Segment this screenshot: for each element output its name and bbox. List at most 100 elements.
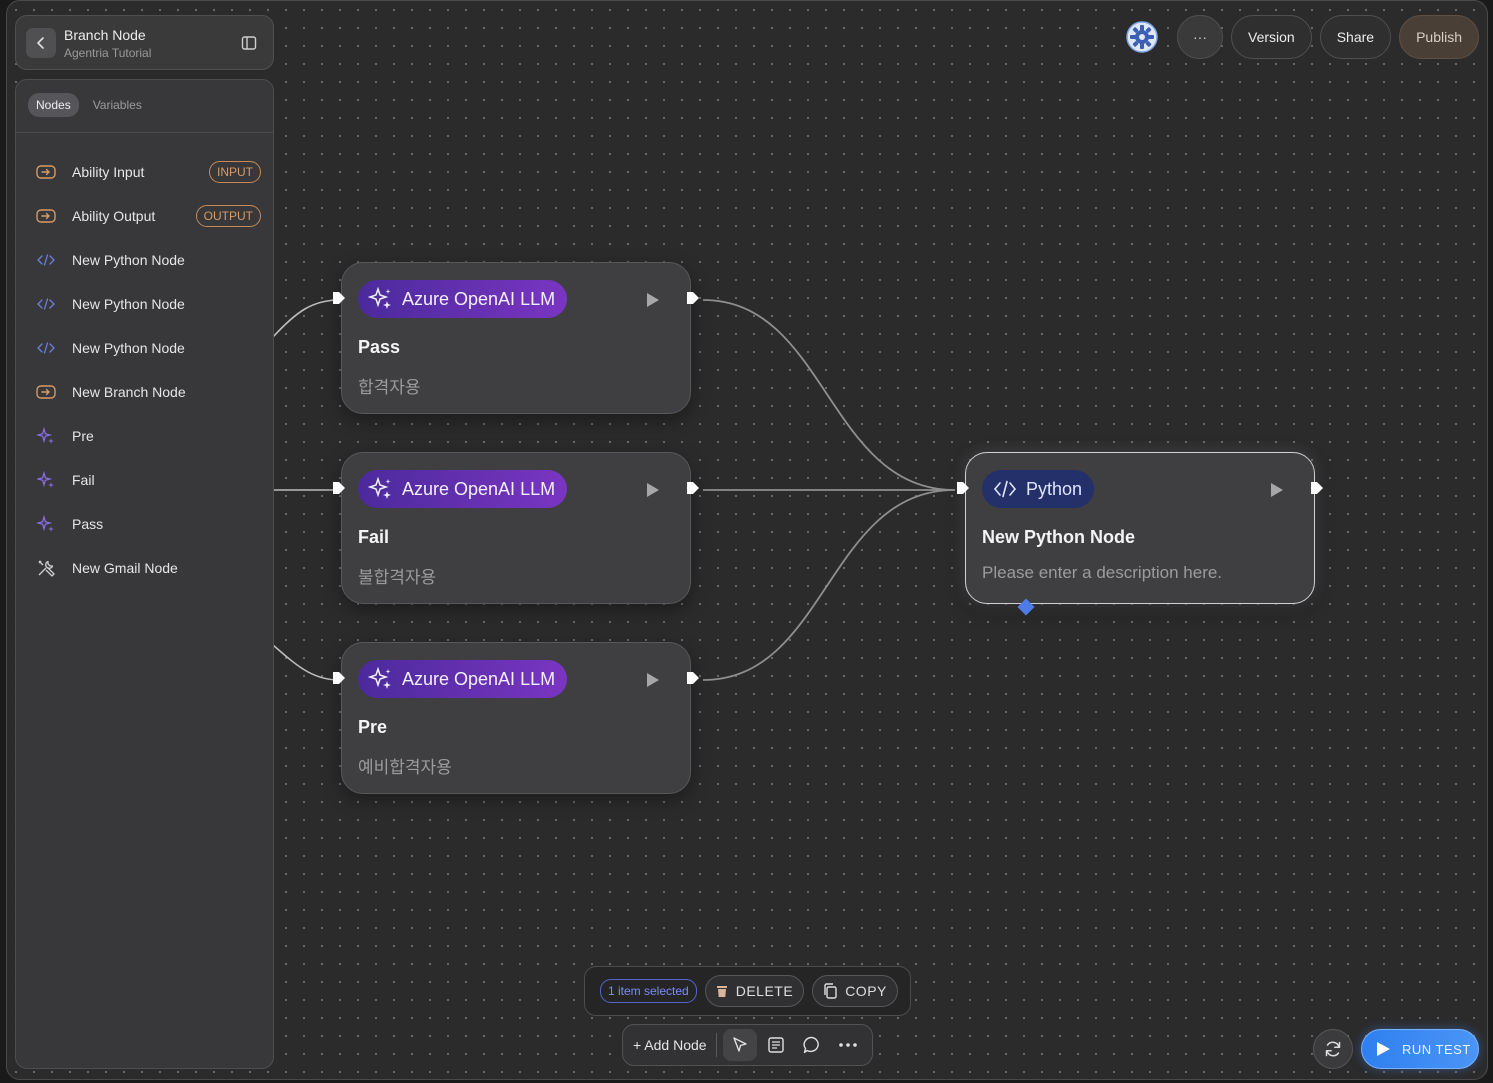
- edge-input-pre: [272, 644, 338, 681]
- list-item-python-node[interactable]: New Python Node: [16, 282, 273, 326]
- workflow-canvas[interactable]: Branch Node Agentria Tutorial Nodes Vari…: [6, 0, 1488, 1080]
- output-port[interactable]: [686, 291, 700, 305]
- input-port[interactable]: [332, 291, 346, 305]
- code-icon: [36, 250, 56, 270]
- list-item-label: New Branch Node: [72, 384, 186, 400]
- copy-label: COPY: [845, 983, 887, 999]
- node-description: 합격자용: [358, 378, 421, 397]
- tools-icon: [36, 558, 56, 578]
- play-icon[interactable]: [1270, 482, 1284, 498]
- node-description: Please enter a description here.: [982, 563, 1223, 582]
- output-port[interactable]: [686, 671, 700, 685]
- edge-input-pass: [272, 299, 338, 338]
- play-icon[interactable]: [646, 482, 660, 498]
- refresh-icon: [1325, 1041, 1341, 1057]
- list-item-label: New Gmail Node: [72, 560, 178, 576]
- code-icon: [36, 294, 56, 314]
- sparkle-icon: [368, 476, 394, 502]
- sidebar-toggle-icon: [241, 36, 257, 50]
- list-item-label: Pass: [72, 516, 104, 532]
- page-subtitle: Agentria Tutorial: [64, 46, 152, 60]
- reset-button[interactable]: [1313, 1029, 1353, 1069]
- copy-icon: [824, 983, 837, 999]
- publish-button[interactable]: Publish: [1399, 15, 1479, 59]
- list-item-gmail-node[interactable]: New Gmail Node: [16, 546, 273, 590]
- node-type-chip: Azure OpenAI LLM: [358, 660, 568, 698]
- node-name: Pre: [358, 717, 388, 737]
- node-type-chip: Azure OpenAI LLM: [358, 280, 568, 318]
- chevron-left-icon: [37, 37, 44, 49]
- node-type-chip: Python: [982, 470, 1095, 508]
- list-item-ability-input[interactable]: Ability Input INPUT: [16, 150, 273, 194]
- canvas-toolbar: + Add Node: [622, 1024, 873, 1066]
- output-port[interactable]: [686, 481, 700, 495]
- edge-pass-python: [702, 299, 956, 491]
- io-arrow-icon: [36, 162, 56, 182]
- note-icon: [767, 1037, 784, 1053]
- node-list: Ability Input INPUT Ability Output OUTPU…: [16, 150, 273, 590]
- sparkle-icon: [368, 286, 394, 312]
- panel-tabs: Nodes Variables: [28, 93, 150, 117]
- note-tool-button[interactable]: [759, 1029, 793, 1061]
- node-name: New Python Node: [982, 527, 1136, 547]
- list-item-label: New Python Node: [72, 296, 185, 312]
- edge-pre-python: [702, 489, 956, 681]
- output-port[interactable]: [1310, 481, 1324, 495]
- code-icon: [992, 476, 1018, 502]
- comment-tool-button[interactable]: [795, 1029, 829, 1061]
- list-item-python-node[interactable]: New Python Node: [16, 326, 273, 370]
- tab-variables[interactable]: Variables: [85, 93, 150, 117]
- input-port[interactable]: [332, 481, 346, 495]
- top-toolbar: ··· Version Share Publish: [1119, 15, 1479, 59]
- ellipsis-icon: ···: [1193, 29, 1208, 45]
- list-item-branch-node[interactable]: New Branch Node: [16, 370, 273, 414]
- io-arrow-icon: [36, 382, 56, 402]
- panel-toggle-button[interactable]: [241, 35, 257, 56]
- sparkle-icon: [36, 470, 56, 490]
- list-item-llm-fail[interactable]: Fail: [16, 458, 273, 502]
- node-name: Pass: [358, 337, 401, 357]
- ellipsis-icon: [838, 1043, 857, 1047]
- more-options-button[interactable]: ···: [1177, 15, 1224, 59]
- pointer-tool-button[interactable]: [722, 1029, 757, 1061]
- input-port[interactable]: [332, 671, 346, 685]
- play-icon: [1377, 1042, 1390, 1056]
- llm-node-fail[interactable]: Azure OpenAI LLM Fail 불합격자용: [333, 452, 699, 604]
- pointer-icon: [732, 1037, 747, 1052]
- list-item-python-node[interactable]: New Python Node: [16, 238, 273, 282]
- share-button[interactable]: Share: [1319, 15, 1392, 59]
- tab-nodes[interactable]: Nodes: [28, 93, 79, 117]
- node-type-label: Python: [1026, 478, 1083, 499]
- io-arrow-icon: [36, 206, 56, 226]
- node-type-chip: Azure OpenAI LLM: [358, 470, 568, 508]
- back-button[interactable]: [26, 28, 56, 58]
- title-card: Branch Node Agentria Tutorial: [15, 15, 274, 70]
- node-description: 예비합격자용: [358, 758, 452, 777]
- list-item-label: Ability Output: [72, 208, 156, 224]
- selection-bar: 1 item selected DELETE COPY: [584, 966, 911, 1016]
- list-item-label: New Python Node: [72, 252, 185, 268]
- list-item-label: Pre: [72, 428, 94, 444]
- list-item-llm-pass[interactable]: Pass: [16, 502, 273, 546]
- llm-node-pre[interactable]: Azure OpenAI LLM Pre 예비합격자용: [333, 642, 699, 794]
- copy-button[interactable]: COPY: [812, 975, 898, 1007]
- delete-label: DELETE: [735, 983, 794, 999]
- list-item-ability-output[interactable]: Ability Output OUTPUT: [16, 194, 273, 238]
- gear-logo-icon: [1126, 21, 1158, 53]
- sparkle-icon: [36, 514, 56, 534]
- play-icon[interactable]: [646, 292, 660, 308]
- python-node[interactable]: Python New Python Node Please enter a de…: [957, 452, 1323, 616]
- play-icon[interactable]: [646, 672, 660, 688]
- node-type-label: Azure OpenAI LLM: [402, 668, 556, 689]
- delete-button[interactable]: DELETE: [704, 975, 805, 1007]
- input-port[interactable]: [956, 481, 970, 495]
- app-logo[interactable]: [1119, 15, 1165, 59]
- more-tools-button[interactable]: [831, 1029, 865, 1061]
- list-item-label: Ability Input: [72, 164, 145, 180]
- sparkle-icon: [368, 666, 394, 692]
- add-node-button[interactable]: + Add Node: [633, 1033, 717, 1057]
- run-test-button[interactable]: RUN TEST: [1361, 1029, 1479, 1069]
- version-button[interactable]: Version: [1231, 15, 1312, 59]
- llm-node-pass[interactable]: Azure OpenAI LLM Pass 합격자용: [333, 262, 699, 414]
- list-item-llm-pre[interactable]: Pre: [16, 414, 273, 458]
